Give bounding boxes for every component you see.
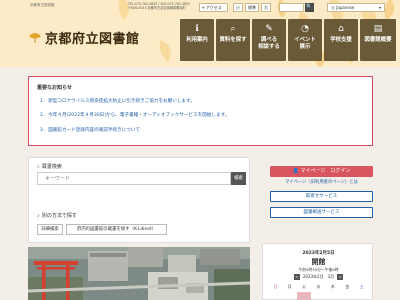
- contact-address: 〒606-8343 京都市左京区岡崎成勝寺町: [128, 6, 186, 11]
- notice-title: 重要なお知らせ: [37, 85, 72, 91]
- nav-find-materials[interactable]: ⌕ 資料を探す: [216, 19, 250, 61]
- weekday-sat: 土: [359, 284, 364, 289]
- nav-label: 学校支援: [330, 37, 352, 43]
- weekday-wed: 水: [316, 284, 321, 289]
- aerial-city-image: [28, 247, 250, 300]
- ginkgo-logo-icon: [29, 32, 41, 43]
- font-size-standard-button[interactable]: 標準: [245, 3, 259, 12]
- search-icon: ⌕: [230, 24, 236, 34]
- nav-events-exhibits[interactable]: ◔ イベント 展示: [288, 19, 322, 61]
- weekday-fri: 金: [345, 284, 350, 289]
- language-select[interactable]: ◎ Japanese ▾: [327, 3, 385, 12]
- opening-calendar: 2023年2月5日 開館 午前9時30分〜午後6時 < 2023年2月 3月 >…: [262, 243, 373, 300]
- interlibrary-service-button[interactable]: 取寄せサービス: [270, 191, 373, 202]
- calendar-day-cell: [268, 292, 282, 300]
- klibnet-search-button[interactable]: 府内の図書館の蔵書を探す（K-Libnet）: [66, 224, 167, 235]
- mypage-login-label: マイページ ログイン: [300, 168, 351, 174]
- school-icon: ⌂: [338, 24, 344, 34]
- search-icon: ⌕: [37, 164, 40, 170]
- weekday-mon: 月: [287, 284, 292, 289]
- site-logo[interactable]: 京都府立図書館: [28, 28, 140, 47]
- mypage-about-link[interactable]: マイページ（旧利用者のページ）とは: [270, 179, 373, 185]
- map-pin-icon: ⌖: [202, 6, 205, 11]
- access-button[interactable]: ⌖ アクセス: [199, 3, 228, 12]
- notice-link-1[interactable]: １．新型コロナウイルス感染症拡大防止に引き続きご協力をお願いします。: [39, 98, 195, 104]
- other-search-text: 別の方法で探す: [41, 213, 77, 219]
- logo-text: 京都府立図書館: [45, 32, 140, 47]
- site-id-text: 京都府立図書館: [30, 3, 55, 7]
- calendar-month-nav: < 2023年2月 3月 >: [263, 274, 374, 280]
- calendar-open-status: 開館: [311, 258, 326, 266]
- aerial-photo: [28, 247, 250, 300]
- keyword-input[interactable]: [37, 172, 231, 185]
- info-icon: ℹ: [195, 24, 199, 34]
- weekday-tue: 火: [302, 284, 306, 289]
- nav-label: 調べる 相談する: [252, 37, 286, 50]
- font-size-small-button[interactable]: 小: [233, 3, 243, 12]
- calendar-day-cell: [326, 292, 340, 300]
- nav-school-support[interactable]: ⌂ 学校支援: [324, 19, 358, 61]
- weekday-sun: 日: [273, 284, 278, 289]
- search-submit-button[interactable]: 検索: [231, 172, 246, 185]
- library-icon: ▤: [373, 24, 383, 34]
- language-label: Japanese: [336, 5, 355, 10]
- nav-label: 利用案内: [186, 37, 208, 43]
- contact-info: TEL:075-762-4655 / FAX:075-762-4653 〒606…: [128, 2, 198, 11]
- access-label: アクセス: [205, 5, 222, 10]
- nav-label-line2: 展示: [299, 43, 311, 50]
- nav-label-line1: 調べる: [260, 37, 278, 43]
- calendar-day-cell: [340, 292, 354, 300]
- font-size-large-button[interactable]: 大: [261, 3, 271, 12]
- site-search-input[interactable]: [279, 3, 304, 12]
- site-header: 京都府立図書館 TEL:075-762-4655 / FAX:075-762-4…: [0, 0, 400, 67]
- calendar-week-row: [268, 292, 369, 300]
- calendar-day-cell: [311, 292, 325, 300]
- calendar-day-cell-closed: [296, 292, 312, 300]
- nav-label-line1: イベント: [294, 37, 316, 43]
- search-icon: ⌕: [37, 213, 40, 219]
- notice-link-3[interactable]: ３．図書館カード登録内容の確認手続きについて: [39, 127, 140, 133]
- nav-label-line2: 相談する: [258, 43, 280, 50]
- calendar-hours: 午前9時30分〜午後6時: [298, 267, 339, 272]
- nav-label: 図書館概要: [364, 37, 392, 43]
- important-notice-box: 重要なお知らせ １．新型コロナウイルス感染症拡大防止に引き続きご協力をお願いしま…: [28, 76, 373, 146]
- next-month-button[interactable]: >: [337, 274, 344, 280]
- globe-icon: ◎: [331, 6, 335, 11]
- weekday-thu: 木: [331, 284, 335, 289]
- nav-usage-guide[interactable]: ℹ 利用案内: [180, 19, 214, 61]
- calendar-month-label: 2023年2月 3月: [302, 274, 335, 279]
- chevron-down-icon: ▾: [378, 5, 381, 10]
- nav-label: イベント 展示: [288, 37, 322, 50]
- nav-library-overview[interactable]: ▤ 図書館概要: [360, 19, 396, 61]
- calendar-day-cell: [282, 292, 296, 300]
- catalog-search-label: ⌕ 蔵書検索: [37, 163, 62, 170]
- calendar-today-date: 2023年2月5日: [302, 251, 335, 256]
- notice-link-2[interactable]: ２．今年４月(2022年４月30日)から、電子書籍・オーディオブックサービスを開…: [39, 112, 229, 118]
- event-icon: ◔: [301, 24, 309, 34]
- other-search-label: ⌕ 別の方法で探す: [37, 212, 77, 219]
- nav-label: 資料を探す: [219, 37, 247, 43]
- calendar-weekday-header: 日 月 火 水 木 金 土: [268, 284, 369, 290]
- advanced-search-button[interactable]: 詳細検索: [37, 224, 63, 235]
- search-icon: 🔍: [306, 4, 313, 10]
- prev-month-button[interactable]: <: [293, 274, 300, 280]
- site-search-button[interactable]: 🔍: [305, 3, 314, 12]
- consult-icon: ✎: [265, 24, 273, 34]
- catalog-search-text: 蔵書検索: [41, 164, 62, 170]
- mypage-login-button[interactable]: 👤 マイページ ログイン: [270, 166, 373, 177]
- mail-service-button[interactable]: 図書郵送サービス: [270, 207, 373, 218]
- nav-research-consult[interactable]: ✎ 調べる 相談する: [252, 19, 286, 61]
- calendar-day-cell: [355, 292, 369, 300]
